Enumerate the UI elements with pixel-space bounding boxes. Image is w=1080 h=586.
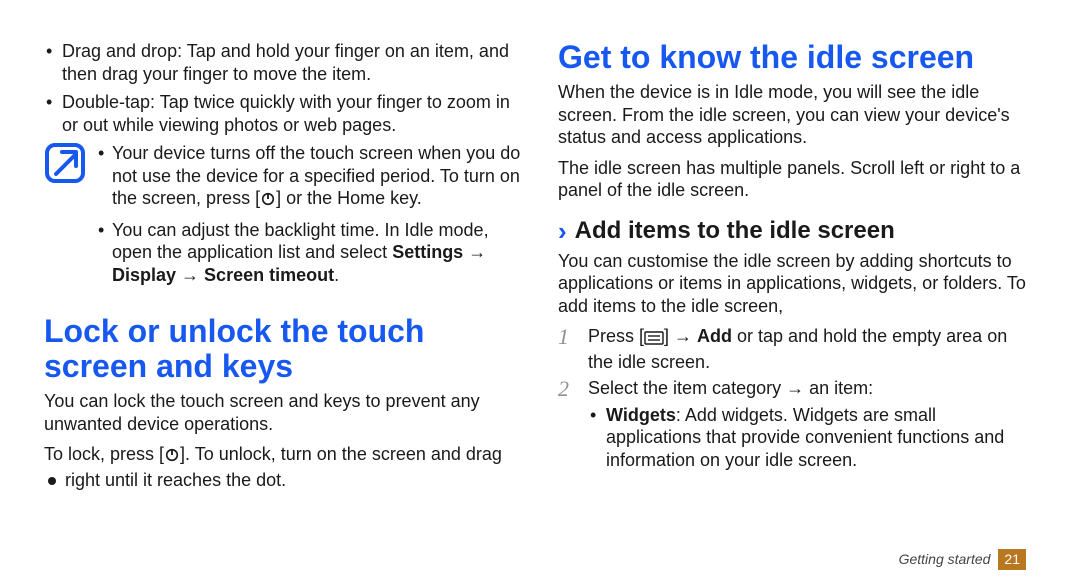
step-number: 1 (558, 325, 578, 373)
chevron-icon: › (558, 218, 567, 244)
bold-settings: Settings (392, 242, 463, 262)
text-segment: ] → (664, 326, 697, 346)
power-icon (164, 446, 180, 469)
bullet-text: Double-tap: Tap twice quickly with your … (62, 92, 510, 135)
note-block: Your device turns off the touch screen w… (44, 142, 522, 292)
bold-display: Display (112, 265, 176, 285)
bold-add: Add (697, 326, 732, 346)
note-bullet-screen-off: Your device turns off the touch screen w… (96, 142, 522, 213)
idle-description-1: When the device is in Idle mode, you wil… (558, 81, 1036, 149)
step-2: 2 Select the item category → an item: Wi… (558, 377, 1036, 477)
arrow-text: → (176, 265, 204, 285)
note-bullet-backlight: You can adjust the backlight time. In Id… (96, 219, 522, 287)
bullet-drag-drop: Drag and drop: Tap and hold your finger … (44, 40, 522, 85)
idle-description-2: The idle screen has multiple panels. Scr… (558, 157, 1036, 202)
heading-lock-unlock: Lock or unlock the touch screen and keys (44, 314, 522, 384)
bullet-widgets: Widgets: Add widgets. Widgets are small … (588, 404, 1036, 472)
text-segment: ]. To unlock, turn on the screen and dra… (180, 444, 502, 464)
step-2-text: Select the item category → an item: (588, 378, 873, 398)
subheading-add-items: › Add items to the idle screen (558, 216, 1036, 246)
lock-instruction: To lock, press [ ]. To unlock, turn on th… (44, 443, 522, 494)
lock-description: You can lock the touch screen and keys t… (44, 390, 522, 435)
menu-icon (644, 328, 664, 351)
footer-section-label: Getting started (899, 551, 991, 569)
text-segment: ] or the Home key. (276, 188, 422, 208)
right-column: Get to know the idle screen When the dev… (558, 40, 1036, 576)
drag-handle-icon (44, 472, 60, 495)
text-segment: To lock, press [ (44, 444, 164, 464)
bullet-double-tap: Double-tap: Tap twice quickly with your … (44, 91, 522, 136)
note-body: Your device turns off the touch screen w… (96, 142, 522, 292)
arrow-text: → (463, 242, 486, 262)
bold-screen-timeout: Screen timeout (204, 265, 334, 285)
bullet-text: Drag and drop: Tap and hold your finger … (62, 41, 509, 84)
heading-idle-screen: Get to know the idle screen (558, 40, 1036, 75)
add-items-description: You can customise the idle screen by add… (558, 250, 1036, 318)
text-segment: Press [ (588, 326, 644, 346)
text-segment: right until it reaches the dot. (60, 470, 286, 490)
manual-page: Drag and drop: Tap and hold your finger … (0, 0, 1080, 586)
power-icon (260, 190, 276, 213)
text-segment: . (334, 265, 339, 285)
gesture-bullet-list: Drag and drop: Tap and hold your finger … (44, 40, 522, 136)
subheading-text: Add items to the idle screen (575, 216, 895, 246)
step-number: 2 (558, 377, 578, 477)
note-icon (44, 142, 86, 184)
page-footer: Getting started 21 (899, 549, 1026, 570)
left-column: Drag and drop: Tap and hold your finger … (44, 40, 522, 576)
step-1: 1 Press [] → Add or tap and hold the emp… (558, 325, 1036, 373)
step-body: Press [] → Add or tap and hold the empty… (588, 325, 1036, 373)
steps-list: 1 Press [] → Add or tap and hold the emp… (558, 325, 1036, 477)
bold-widgets: Widgets (606, 405, 676, 425)
step-body: Select the item category → an item: Widg… (588, 377, 1036, 477)
footer-page-number: 21 (998, 549, 1026, 570)
